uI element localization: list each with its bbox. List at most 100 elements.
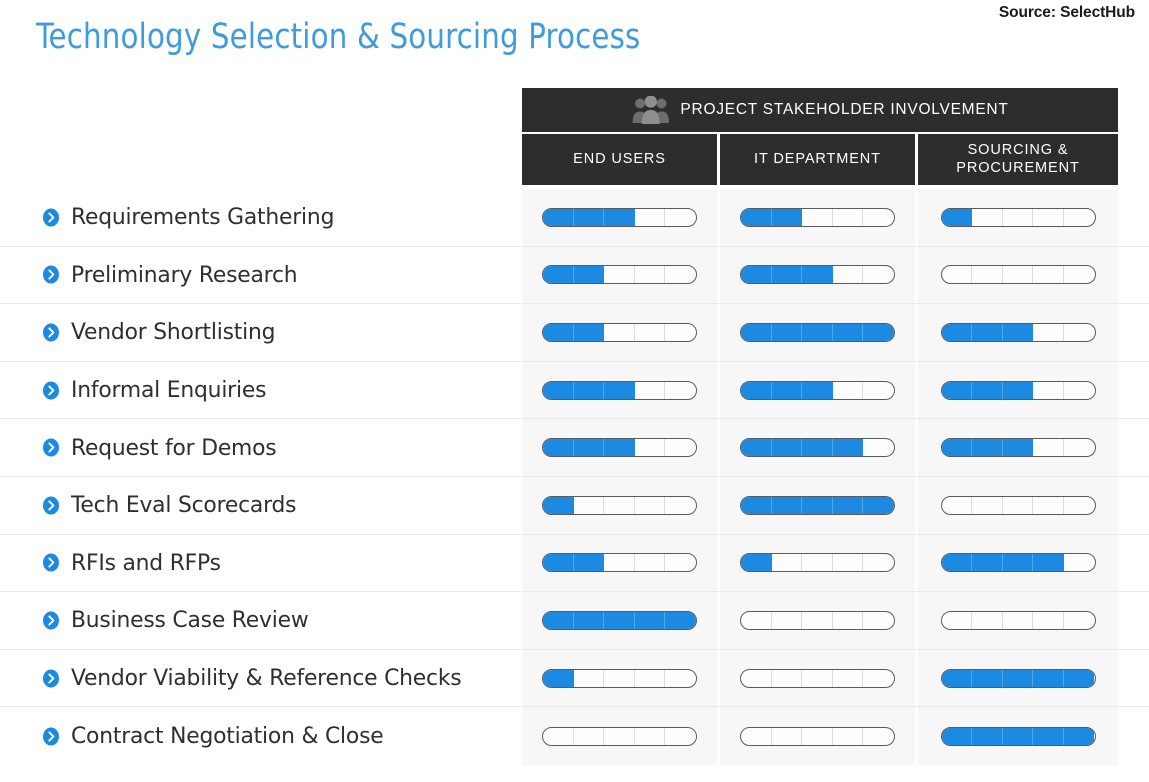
chevron-right-circle-icon[interactable]: [42, 727, 60, 746]
involvement-cell: [918, 592, 1118, 649]
column-header-sourcing-procurement: SOURCING & PROCUREMENT: [918, 134, 1118, 185]
process-stage-row[interactable]: Vendor Viability & Reference Checks: [0, 650, 522, 707]
process-stage-row[interactable]: Informal Enquiries: [0, 362, 522, 419]
bar-segment: [573, 381, 605, 399]
matrix-header: PROJECT STAKEHOLDER INVOLVEMENT END USER…: [0, 88, 1149, 189]
bar-segment: [604, 439, 635, 457]
bar-segment: [833, 208, 864, 226]
bar-segment: [972, 323, 1003, 341]
bar-segment: [635, 381, 666, 399]
involvement-bars: [522, 304, 1118, 361]
bar-segment: [573, 323, 605, 341]
process-stage-row[interactable]: Vendor Shortlisting: [0, 304, 522, 361]
bar-segment: [1033, 727, 1064, 745]
chevron-right-circle-icon[interactable]: [42, 438, 60, 457]
process-stage-row[interactable]: Request for Demos: [0, 419, 522, 476]
bar-segment: [741, 611, 772, 629]
bar-segment: [802, 611, 833, 629]
bar-segment: [941, 208, 973, 226]
bar-segment: [863, 670, 894, 687]
bar-segment: [941, 323, 973, 341]
bar-segment: [604, 266, 635, 284]
bar-segment: [1003, 208, 1034, 226]
involvement-cell: [720, 189, 915, 246]
bar-segment: [1063, 727, 1095, 745]
bar-segment: [1064, 612, 1095, 629]
chevron-right-circle-icon[interactable]: [42, 323, 60, 342]
involvement-rating-bar: [940, 380, 1096, 400]
bar-segment: [665, 497, 696, 514]
chevron-right-circle-icon[interactable]: [42, 611, 60, 630]
bar-segment: [972, 208, 1003, 226]
process-stage-row[interactable]: Preliminary Research: [0, 247, 522, 304]
bar-segment: [1064, 439, 1095, 456]
bar-segment: [833, 727, 864, 745]
involvement-bars: [522, 476, 1118, 534]
involvement-rating-bar: [542, 265, 697, 285]
bar-segment: [941, 727, 973, 745]
bar-segment: [1064, 266, 1095, 283]
process-stage-label: Request for Demos: [71, 434, 277, 461]
involvement-cell: [918, 246, 1118, 304]
involvement-rating-bar: [542, 322, 697, 342]
bar-segment: [802, 439, 833, 457]
chevron-right-circle-icon[interactable]: [42, 496, 60, 515]
chevron-right-circle-icon[interactable]: [42, 553, 60, 572]
chevron-right-circle-icon[interactable]: [42, 669, 60, 688]
involvement-rating-bar: [740, 322, 895, 342]
bar-segment: [573, 208, 605, 226]
bar-segment: [863, 612, 894, 629]
involvement-cell: [522, 246, 717, 304]
bar-segment: [665, 554, 696, 571]
bar-segment: [741, 381, 772, 399]
process-stage-label: Informal Enquiries: [71, 377, 267, 404]
chevron-right-circle-icon[interactable]: [42, 265, 60, 284]
involvement-bars: [522, 189, 1118, 246]
involvement-bars: [522, 707, 1118, 765]
source-credit: Source: SelectHub: [998, 4, 1135, 21]
bar-segment: [863, 382, 894, 399]
bar-segment: [1002, 554, 1034, 572]
involvement-cell: [918, 476, 1118, 534]
bar-segment: [863, 554, 894, 571]
process-stage-row[interactable]: Business Case Review: [0, 592, 522, 649]
process-stage-row[interactable]: Tech Eval Scorecards: [0, 477, 522, 534]
involvement-rating-bar: [740, 207, 895, 227]
process-stage-row[interactable]: RFIs and RFPs: [0, 535, 522, 592]
bar-segment: [1033, 439, 1064, 457]
bar-segment: [543, 496, 574, 514]
bar-segment: [771, 266, 803, 284]
bar-segment: [1064, 497, 1095, 514]
bar-segment: [771, 323, 803, 341]
bar-segment: [1064, 554, 1095, 571]
bar-segment: [941, 669, 973, 687]
bar-segment: [833, 611, 864, 629]
bar-segment: [604, 208, 635, 226]
bar-segment: [942, 496, 973, 514]
bar-segment: [604, 381, 635, 399]
chevron-right-circle-icon[interactable]: [42, 208, 60, 227]
involvement-cell: [720, 476, 915, 534]
involvement-rating-bar: [542, 726, 697, 746]
process-stage-row[interactable]: Contract Negotiation & Close: [0, 707, 522, 765]
involvement-bars: [522, 534, 1118, 592]
bar-segment: [665, 611, 696, 629]
bar-segment: [1003, 611, 1034, 629]
process-stage-row[interactable]: Requirements Gathering: [0, 189, 522, 246]
bar-segment: [772, 554, 803, 572]
involvement-cell: [918, 707, 1118, 765]
table-row: Tech Eval Scorecards: [0, 476, 1149, 535]
bar-segment: [543, 381, 574, 399]
involvement-cell: [918, 304, 1118, 361]
bar-segment: [543, 669, 574, 687]
process-stage-label: Vendor Shortlisting: [71, 319, 276, 346]
involvement-cell: [720, 534, 915, 592]
chevron-right-circle-icon[interactable]: [42, 381, 60, 400]
process-stage-label: Requirements Gathering: [71, 204, 335, 231]
group-people-icon: [631, 95, 671, 124]
bar-segment: [1033, 496, 1064, 514]
involvement-rating-bar: [542, 380, 697, 400]
bar-segment: [972, 496, 1003, 514]
involvement-rating-bar: [740, 380, 895, 400]
involvement-rating-bar: [740, 265, 895, 285]
